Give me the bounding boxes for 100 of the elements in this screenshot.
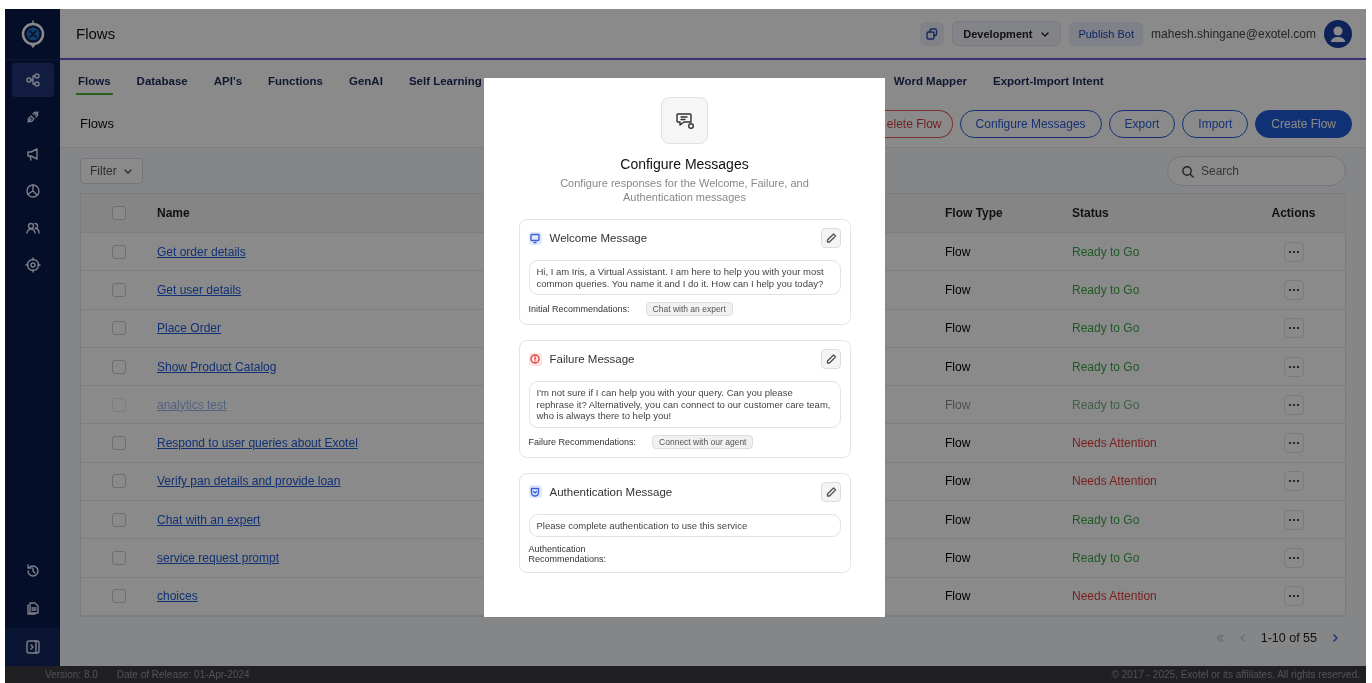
flow-name-link[interactable]: Get order details [157, 244, 246, 259]
edit-button[interactable] [820, 349, 841, 369]
chat-gear-icon [674, 111, 695, 130]
action-button[interactable]: Export [1108, 109, 1176, 138]
flow-name-link[interactable]: Chat with an expert [157, 512, 261, 527]
row-checkbox[interactable] [112, 551, 126, 565]
more-button[interactable] [1283, 509, 1304, 530]
sidebar-item[interactable] [5, 628, 60, 666]
more-button[interactable] [1283, 471, 1304, 492]
pencil-icon [824, 353, 837, 365]
copy-button[interactable] [920, 21, 945, 46]
table-cell: Flow [945, 474, 971, 489]
user-email: mahesh.shingane@exotel.com [1151, 26, 1316, 41]
recommendation-chip[interactable]: Chat with an expert [645, 302, 733, 316]
history-icon [24, 563, 41, 579]
flow-name-link[interactable]: service request prompt [157, 551, 280, 565]
more-button[interactable] [1283, 241, 1304, 262]
more-button[interactable] [1283, 318, 1304, 339]
status-text: Needs Attention [1072, 474, 1157, 489]
publish-button[interactable]: Publish Bot [1069, 21, 1144, 46]
table-cell: Flow [945, 321, 971, 336]
row-checkbox[interactable] [112, 359, 126, 374]
modal-subtitle: Configure responses for the Welcome, Failure, and Authentication messages [559, 176, 810, 204]
row-checkbox[interactable] [112, 589, 126, 604]
filter-dropdown[interactable]: Filter [80, 158, 143, 184]
recommendation-chip[interactable]: Connect with our agent [652, 434, 754, 449]
more-button[interactable] [1283, 586, 1304, 607]
edit-button[interactable] [820, 481, 841, 502]
row-checkbox[interactable] [112, 244, 126, 259]
message-field[interactable]: Hi, I am Iris, a Virtual Assistant. I am here to help you with your most common queries. You name it and I do it. How can I help you today? [528, 260, 841, 295]
more-button[interactable] [1283, 279, 1304, 300]
table-cell: Flow [945, 397, 971, 412]
action-button[interactable]: Import [1182, 109, 1249, 138]
table-cell: Flow [945, 589, 971, 604]
column-header: Status [1072, 206, 1109, 220]
more-icon [1287, 479, 1300, 484]
table-cell: Flow [945, 551, 971, 565]
action-button[interactable]: Create Flow [1255, 109, 1352, 138]
recommendations-label: Failure Recommendations: [528, 436, 637, 447]
row-checkbox[interactable] [112, 321, 126, 336]
tab[interactable]: GenAI [347, 65, 385, 95]
page-title: Flows [76, 25, 116, 42]
more-icon [1287, 364, 1300, 369]
more-button[interactable] [1283, 394, 1304, 415]
user-avatar-icon[interactable] [1324, 19, 1352, 48]
message-field[interactable]: I'm not sure if I can help you with your query. Can you please rephrase it? Alternatively, you can connect to our customer care team, who is always there to help you! [528, 381, 841, 428]
more-button[interactable] [1283, 433, 1304, 454]
row-checkbox[interactable] [112, 474, 126, 489]
section-title: Flows [80, 116, 114, 131]
tab[interactable]: Word Mapper [891, 65, 969, 95]
row-checkbox[interactable] [112, 512, 126, 527]
tab[interactable]: API's [211, 65, 245, 95]
flow-name-link[interactable]: Show Product Catalog [157, 359, 277, 374]
table-cell: Flow [945, 282, 971, 297]
flow-name-link[interactable]: Verify pan details and provide loan [157, 474, 341, 489]
flow-name-link[interactable]: Get user details [157, 282, 242, 297]
status-text: Ready to Go [1072, 551, 1140, 565]
documents-icon [24, 600, 41, 616]
tab[interactable]: Flows [76, 65, 113, 95]
shield-icon [529, 485, 541, 498]
card-title: Authentication Message [549, 485, 674, 498]
flow-name-link[interactable]: choices [157, 589, 198, 604]
status-text: Ready to Go [1072, 397, 1140, 412]
edit-button[interactable] [820, 228, 841, 248]
flow-nodes-icon [24, 72, 41, 88]
more-icon [1287, 249, 1300, 254]
status-text: Ready to Go [1072, 512, 1140, 527]
more-button[interactable] [1283, 548, 1304, 568]
search-field[interactable]: Search [1167, 156, 1346, 186]
more-icon [1287, 287, 1300, 292]
card-title: Welcome Message [549, 232, 649, 244]
environment-dropdown[interactable]: Development [952, 21, 1062, 46]
more-button[interactable] [1283, 356, 1304, 377]
more-icon [1287, 326, 1300, 331]
megaphone-icon [24, 146, 41, 162]
flow-name-link[interactable]: Place Order [157, 321, 222, 336]
users-icon [24, 220, 41, 236]
column-header: Name [157, 206, 190, 220]
modal-title: Configure Messages [620, 156, 749, 172]
expand-panel-icon [24, 639, 41, 655]
status-text: Needs Attention [1072, 436, 1157, 451]
tab[interactable]: Export-Import Intent [991, 65, 1106, 95]
row-checkbox[interactable] [112, 436, 126, 451]
column-header: Actions [1271, 206, 1316, 220]
status-text: Needs Attention [1072, 589, 1157, 604]
row-checkbox[interactable] [112, 282, 126, 297]
action-button[interactable]: Configure Messages [959, 109, 1102, 138]
tab[interactable]: Functions [266, 65, 325, 95]
tab[interactable]: Database [134, 65, 190, 95]
more-icon [1287, 556, 1300, 560]
copy-icon [925, 26, 940, 41]
pencil-icon [824, 232, 837, 244]
message-field[interactable]: Please complete authentication to use this service [528, 513, 841, 537]
card-title: Failure Message [549, 353, 636, 365]
tab[interactable]: Self Learning [406, 65, 484, 95]
more-icon [1287, 441, 1300, 446]
sidebar-item[interactable] [11, 63, 54, 97]
table-cell: Flow [945, 359, 971, 374]
select-all-checkbox[interactable] [112, 206, 126, 220]
flow-name-link[interactable]: Respond to user queries about Exotel [157, 436, 358, 451]
